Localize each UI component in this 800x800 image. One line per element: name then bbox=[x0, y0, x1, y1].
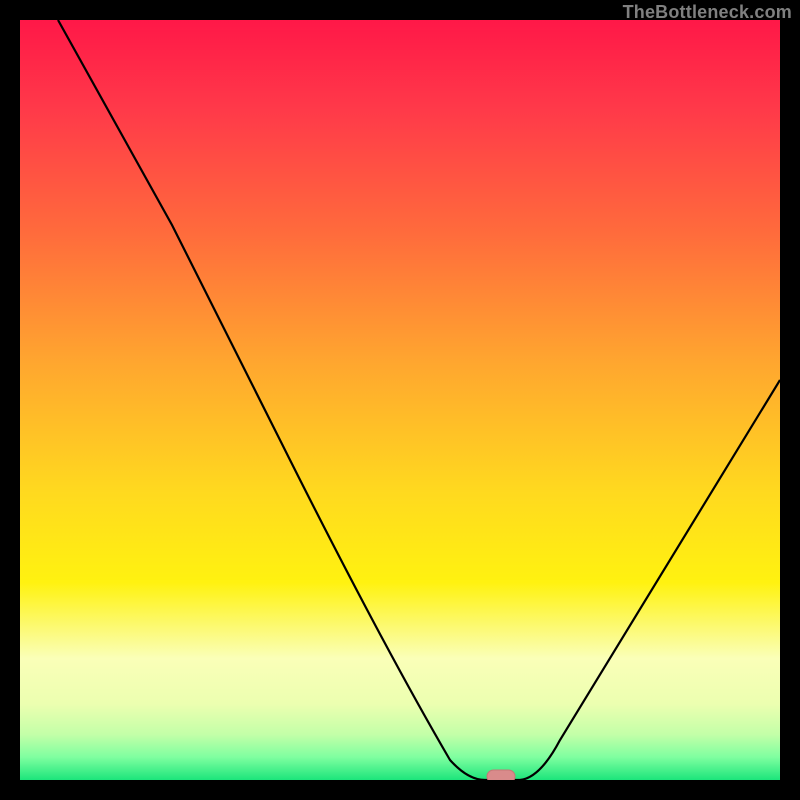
plot-area bbox=[20, 20, 780, 780]
chart-frame: TheBottleneck.com bbox=[0, 0, 800, 800]
watermark-text: TheBottleneck.com bbox=[623, 2, 792, 23]
gradient-background bbox=[20, 20, 780, 780]
optimal-marker bbox=[487, 770, 515, 780]
plot-svg bbox=[20, 20, 780, 780]
